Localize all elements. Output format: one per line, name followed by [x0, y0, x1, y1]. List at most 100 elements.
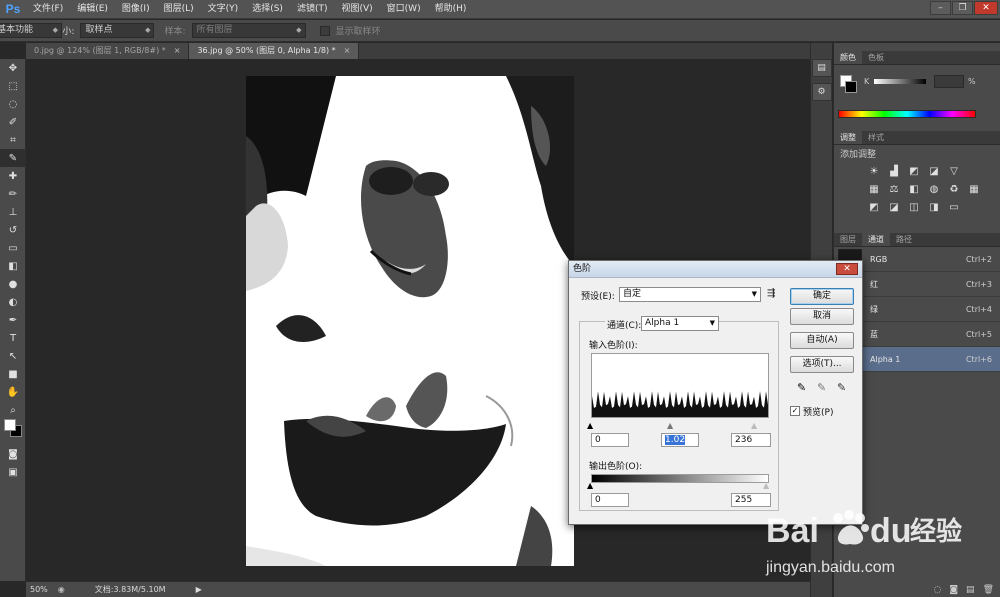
screen-mode-icon[interactable]: ▣ [0, 463, 26, 481]
workspace-select[interactable]: 基本功能 ◆ [0, 23, 62, 38]
pen-tool-icon[interactable]: ✒ [0, 311, 26, 329]
sample-size-select[interactable]: 取样点 ◆ [80, 23, 155, 38]
foreground-color-swatch[interactable] [4, 419, 16, 431]
preview-checkbox[interactable]: ✓ [790, 406, 800, 416]
channel-select[interactable]: Alpha 1 ▼ [641, 316, 719, 331]
black-eyedropper-icon[interactable]: ✎ [797, 381, 806, 394]
output-black-field[interactable]: 0 [591, 493, 629, 507]
tab-document-1[interactable]: 0.jpg @ 124% (图层 1, RGB/8#) * × [26, 43, 190, 59]
color-lookup-icon[interactable]: ▦ [967, 184, 981, 196]
zoom-tool-icon[interactable]: ⌕ [0, 401, 26, 419]
shape-tool-icon[interactable]: ■ [0, 365, 26, 383]
k-value-field[interactable] [934, 75, 964, 88]
gamma-handle[interactable]: ▲ [667, 421, 673, 430]
posterize-icon[interactable]: ◪ [887, 202, 901, 214]
menu-edit[interactable]: 编辑(E) [70, 0, 115, 19]
gradient-tool-icon[interactable]: ◧ [0, 257, 26, 275]
background-color-swatch[interactable] [845, 81, 857, 93]
clone-stamp-tool-icon[interactable]: ⊥ [0, 203, 26, 221]
history-brush-tool-icon[interactable]: ↺ [0, 221, 26, 239]
gradient-map-icon[interactable]: ▭ [947, 202, 961, 214]
quick-mask-icon[interactable]: ◙ [0, 445, 26, 463]
zoom-level[interactable]: 50% [30, 585, 48, 594]
properties-panel-icon[interactable]: ⚙ [811, 83, 832, 101]
menu-window[interactable]: 窗口(W) [380, 0, 428, 19]
menu-help[interactable]: 帮助(H) [428, 0, 474, 19]
white-eyedropper-icon[interactable]: ✎ [837, 381, 846, 394]
cancel-button[interactable]: 取消 [790, 308, 854, 325]
brush-tool-icon[interactable]: ✏ [0, 185, 26, 203]
auto-button[interactable]: 自动(A) [790, 332, 854, 349]
preset-select[interactable]: 自定 ▼ [619, 287, 761, 302]
input-levels-slider[interactable]: ▲ ▲ ▲ [587, 421, 769, 430]
color-swatches[interactable] [0, 419, 26, 445]
hand-tool-icon[interactable]: ✋ [0, 383, 26, 401]
sample-select[interactable]: 所有图层 ◆ [191, 23, 306, 38]
blur-tool-icon[interactable]: ● [0, 275, 26, 293]
tab-swatches[interactable]: 色板 [862, 51, 890, 64]
vibrance-icon[interactable]: ▽ [947, 166, 961, 178]
menu-file[interactable]: 文件(F) [26, 0, 70, 19]
menu-image[interactable]: 图像(I) [115, 0, 157, 19]
color-spectrum[interactable] [838, 110, 976, 118]
close-icon[interactable]: × [344, 46, 351, 55]
selective-color-icon[interactable]: ◨ [927, 202, 941, 214]
dodge-tool-icon[interactable]: ◐ [0, 293, 26, 311]
restore-icon[interactable]: ❐ [952, 1, 973, 15]
color-balance-icon[interactable]: ⚖ [887, 184, 901, 196]
channel-mixer-icon[interactable]: ♻ [947, 184, 961, 196]
invert-icon[interactable]: ◩ [867, 202, 881, 214]
history-panel-icon[interactable]: ▤ [811, 59, 832, 77]
white-point-handle[interactable]: ▲ [751, 421, 757, 430]
path-select-tool-icon[interactable]: ↖ [0, 347, 26, 365]
show-ring-checkbox[interactable] [319, 25, 330, 36]
brightness-icon[interactable]: ☀ [867, 166, 881, 178]
tab-color[interactable]: 颜色 [834, 51, 862, 64]
input-white-field[interactable]: 236 [731, 433, 771, 447]
quick-select-tool-icon[interactable]: ✐ [0, 113, 26, 131]
tab-channels[interactable]: 通道 [862, 233, 890, 246]
hue-saturation-icon[interactable]: ▦ [867, 184, 881, 196]
levels-icon[interactable]: ▟ [887, 166, 901, 178]
healing-brush-tool-icon[interactable]: ✚ [0, 167, 26, 185]
preset-options-icon[interactable]: ⇶ [767, 288, 775, 299]
share-icon[interactable]: ◉ [58, 585, 65, 594]
ok-button[interactable]: 确定 [790, 288, 854, 305]
menu-layer[interactable]: 图层(L) [157, 0, 201, 19]
tab-paths[interactable]: 路径 [890, 233, 918, 246]
options-button[interactable]: 选项(T)... [790, 356, 854, 373]
dialog-title-bar[interactable]: 色阶 ✕ [569, 261, 862, 278]
tab-layers[interactable]: 图层 [834, 233, 862, 246]
menu-type[interactable]: 文字(Y) [201, 0, 246, 19]
input-gamma-field[interactable]: 1.02 [661, 433, 699, 447]
photo-filter-icon[interactable]: ◍ [927, 184, 941, 196]
eyedropper-tool-icon[interactable]: ✎ [0, 149, 26, 167]
output-white-handle[interactable]: ▲ [763, 481, 769, 490]
tab-document-2[interactable]: 36.jpg @ 50% (图层 0, Alpha 1/8) * × [189, 43, 360, 59]
output-black-handle[interactable]: ▲ [587, 481, 593, 490]
black-white-icon[interactable]: ◧ [907, 184, 921, 196]
status-menu-icon[interactable]: ▶ [196, 585, 202, 594]
eraser-tool-icon[interactable]: ▭ [0, 239, 26, 257]
type-tool-icon[interactable]: T [0, 329, 26, 347]
k-slider[interactable] [874, 79, 926, 84]
minimize-icon[interactable]: – [930, 1, 951, 15]
black-point-handle[interactable]: ▲ [587, 421, 593, 430]
crop-tool-icon[interactable]: ⌗ [0, 131, 26, 149]
menu-select[interactable]: 选择(S) [245, 0, 290, 19]
tab-styles[interactable]: 样式 [862, 131, 890, 144]
gray-eyedropper-icon[interactable]: ✎ [817, 381, 826, 394]
close-icon[interactable]: ✕ [974, 1, 998, 15]
close-icon[interactable]: ✕ [836, 263, 858, 275]
menu-view[interactable]: 视图(V) [334, 0, 379, 19]
tab-adjustments[interactable]: 调整 [834, 131, 862, 144]
move-tool-icon[interactable]: ✥ [0, 59, 26, 77]
menu-filter[interactable]: 滤镜(T) [290, 0, 335, 19]
close-icon[interactable]: × [174, 46, 181, 55]
lasso-tool-icon[interactable]: ◌ [0, 95, 26, 113]
marquee-tool-icon[interactable]: ⬚ [0, 77, 26, 95]
input-black-field[interactable]: 0 [591, 433, 629, 447]
threshold-icon[interactable]: ◫ [907, 202, 921, 214]
curves-icon[interactable]: ◩ [907, 166, 921, 178]
document-image[interactable] [246, 76, 574, 566]
